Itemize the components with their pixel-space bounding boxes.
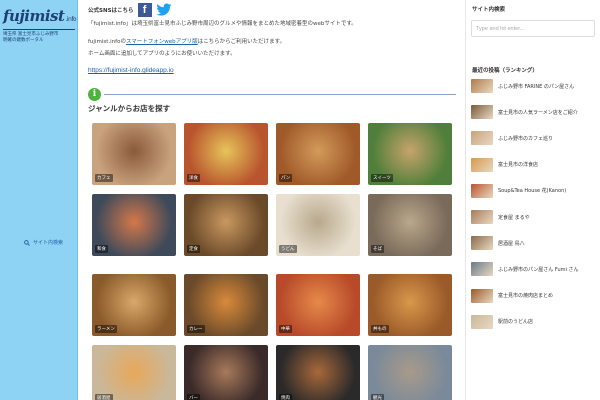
- genre-tile-label: そば: [371, 245, 384, 253]
- genre-tile-label: 中華: [279, 325, 292, 333]
- genre-tile-label: 観光: [371, 394, 384, 400]
- genre-tile-label: スイーツ: [371, 174, 393, 182]
- genre-tile[interactable]: 洋食: [184, 123, 268, 185]
- recent-post-label: 居酒屋 鳥八: [498, 240, 525, 247]
- recent-post-label: 駅前のうどん店: [498, 319, 534, 326]
- recent-post-thumbnail: [471, 157, 493, 172]
- left-search-link[interactable]: サイト内検索: [24, 239, 63, 246]
- recent-post-item[interactable]: Soup&Tea House 花(Kanon): [471, 182, 597, 200]
- intro-text-3: ホーム画面に追加してアプリのようにお使いいただけます。: [88, 51, 236, 57]
- recent-post-label: ふじみ野市 FARINE のパン屋さん: [498, 83, 575, 90]
- genre-tile-label: 丼もの: [371, 325, 389, 333]
- recent-post-item[interactable]: ふじみ野市のカフェ巡り: [471, 129, 597, 147]
- genre-tile-label: うどん: [279, 245, 297, 253]
- right-sidebar: サイト内検索 最近の投稿（ランキング） ふじみ野市 FARINE のパン屋さん富…: [465, 0, 600, 400]
- recent-post-item[interactable]: 居酒屋 鳥八: [471, 234, 597, 252]
- recent-post-thumbnail: [471, 210, 493, 224]
- section-title: ジャンルからお店を探す: [88, 104, 171, 113]
- genre-tile-label: カレー: [187, 325, 205, 333]
- recent-post-label: ふじみ野市のカフェ巡り: [498, 135, 554, 142]
- page: fujimist.info 埼玉県 富士見市ふじみ野市 明確の鍵数ポータル サイ…: [0, 0, 600, 400]
- left-sidebar: fujimist.info 埼玉県 富士見市ふじみ野市 明確の鍵数ポータル サイ…: [0, 0, 78, 400]
- recent-post-label: 富士見市の人気ラーメン店をご紹介: [498, 109, 578, 116]
- genre-tile-label: 焼肉: [279, 394, 292, 400]
- genre-tile[interactable]: ラーメン: [92, 274, 176, 336]
- sns-label: 公式SNSはこちら: [88, 8, 134, 14]
- recent-post-label: ふじみ野市のパン屋さん Fumi さん: [498, 266, 579, 273]
- genre-tile[interactable]: カフェ: [92, 123, 176, 185]
- genre-tile-label: パン: [279, 174, 293, 182]
- recent-post-thumbnail: [471, 105, 493, 120]
- genre-tile-label: バー: [187, 394, 200, 400]
- recent-post-thumbnail: [471, 262, 493, 277]
- intro-text-1: 「fujimist.info」は埼玉県富士見市ふじみ野市周辺のグルメや情報をまと…: [88, 21, 357, 27]
- recent-post-item[interactable]: 定食屋 まるや: [471, 208, 597, 226]
- twitter-icon[interactable]: [155, 3, 172, 17]
- recent-post-item[interactable]: 富士見市の人気ラーメン店をご紹介: [471, 103, 597, 121]
- recent-post-thumbnail: [471, 236, 493, 251]
- section-divider: [104, 94, 456, 95]
- genre-tile[interactable]: バー: [184, 345, 268, 400]
- recent-post-label: 定食屋 まるや: [498, 214, 530, 221]
- genre-tile[interactable]: 丼もの: [368, 274, 452, 336]
- genre-tile-label: 定食: [187, 245, 200, 253]
- recent-heading: 最近の投稿（ランキング）: [472, 68, 538, 74]
- genre-tile[interactable]: 居酒屋: [92, 345, 176, 400]
- genre-tile[interactable]: パン: [276, 123, 360, 185]
- intro-text-2: fujimist.infoのスマートフォンwebアプリ版はこちらからご利用いただ…: [88, 39, 286, 45]
- search-input[interactable]: [471, 20, 595, 37]
- recent-post-item[interactable]: 富士見市の洋食店: [471, 156, 597, 174]
- left-search-label: サイト内検索: [33, 240, 64, 246]
- recent-post-item[interactable]: 駅前のうどん店: [471, 313, 597, 331]
- logo-wordmark: fujimist.info: [3, 7, 77, 25]
- recent-post-thumbnail: [471, 183, 493, 198]
- recent-post-label: Soup&Tea House 花(Kanon): [498, 188, 567, 195]
- genre-tile[interactable]: 焼肉: [276, 345, 360, 400]
- genre-tile[interactable]: 和食: [92, 194, 176, 256]
- recent-post-item[interactable]: 富士見市の焼肉店まとめ: [471, 287, 597, 305]
- logo-tagline-2: 明確の鍵数ポータル: [3, 38, 44, 43]
- genre-tile[interactable]: スイーツ: [368, 123, 452, 185]
- genre-tile[interactable]: カレー: [184, 274, 268, 336]
- recent-post-label: 富士見市の焼肉店まとめ: [498, 293, 554, 300]
- genre-tile-label: 和食: [95, 245, 108, 253]
- recent-post-thumbnail: [471, 79, 493, 93]
- genre-tile[interactable]: そば: [368, 194, 452, 256]
- glideapp-link[interactable]: https://fujimist-info.glideapp.io: [88, 67, 174, 74]
- search-icon: [24, 239, 30, 246]
- logo-underline: [3, 29, 75, 30]
- facebook-icon[interactable]: f: [137, 3, 152, 17]
- info-icon: i: [88, 88, 101, 101]
- recent-post-item[interactable]: ふじみ野市のパン屋さん Fumi さん: [471, 260, 597, 278]
- genre-tile[interactable]: 観光: [368, 345, 452, 400]
- search-heading: サイト内検索: [472, 7, 506, 13]
- site-logo[interactable]: fujimist.info 埼玉県 富士見市ふじみ野市 明確の鍵数ポータル: [3, 7, 77, 44]
- genre-tile-label: ラーメン: [95, 325, 117, 333]
- sns-row: 公式SNSはこちら f: [88, 3, 172, 17]
- genre-tile-label: 洋食: [187, 174, 200, 182]
- recent-post-thumbnail: [471, 131, 493, 146]
- recent-post-item[interactable]: ふじみ野市 FARINE のパン屋さん: [471, 77, 597, 95]
- webapp-link[interactable]: スマートフォンwebアプリ版: [126, 39, 198, 45]
- genre-tile[interactable]: 定食: [184, 194, 268, 256]
- main-content: 公式SNSはこちら f 「fujimist.info」は埼玉県富士見市ふじみ野市…: [88, 0, 460, 400]
- genre-tile[interactable]: うどん: [276, 194, 360, 256]
- genre-tile[interactable]: 中華: [276, 274, 360, 336]
- genre-tile-label: カフェ: [95, 174, 113, 182]
- genre-tile-label: 居酒屋: [95, 394, 113, 400]
- recent-post-thumbnail: [471, 314, 493, 329]
- recent-post-label: 富士見市の洋食店: [498, 162, 539, 169]
- recent-post-thumbnail: [471, 288, 493, 303]
